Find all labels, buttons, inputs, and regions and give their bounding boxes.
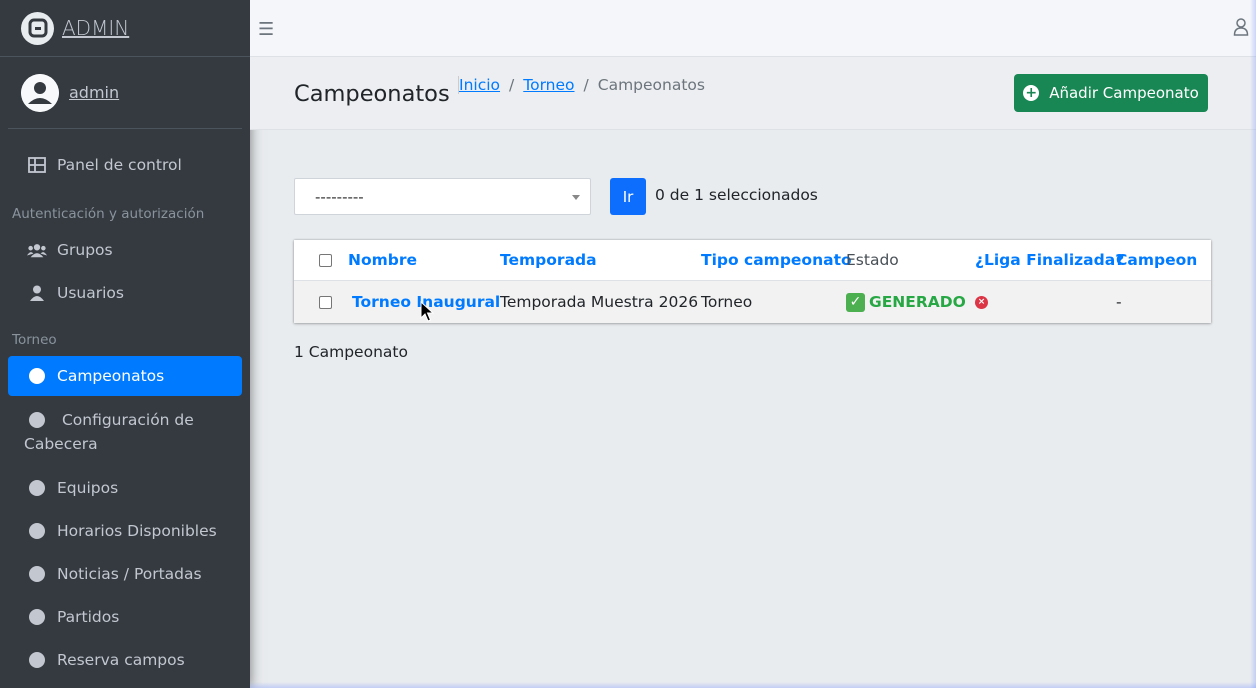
users-icon	[27, 240, 47, 260]
column-header-campeon[interactable]: Campeon	[1116, 240, 1197, 280]
no-icon: ×	[975, 295, 988, 309]
sidebar: ADMIN admin Panel de control Autenticaci…	[0, 0, 250, 688]
sidebar-nav-auth: Grupos Usuarios	[0, 230, 250, 313]
sidebar-section-auth: Autenticación y autorización	[12, 206, 205, 222]
sidebar-item-usuarios[interactable]: Usuarios	[8, 273, 242, 313]
sidebar-item-label: Equipos	[57, 479, 119, 497]
plus-circle-icon: +	[1023, 85, 1040, 101]
select-all-checkbox[interactable]	[319, 240, 332, 280]
brand-logo-icon	[21, 11, 54, 45]
selected-count: 0 de 1 seleccionados	[655, 186, 818, 204]
sidebar-nav: Panel de control	[0, 145, 250, 185]
circle-icon	[27, 410, 47, 430]
window-edge-glow-bottom	[250, 682, 1256, 688]
window-edge-glow	[1250, 0, 1256, 688]
sidebar-item-noticias[interactable]: Noticias / Portadas	[8, 554, 242, 594]
user-name-link[interactable]: admin	[69, 83, 119, 102]
row-estado: ✓ GENERADO	[846, 281, 966, 323]
row-liga-finalizada: ×	[975, 281, 988, 323]
sidebar-item-dashboard[interactable]: Panel de control	[8, 145, 242, 185]
user-icon	[27, 283, 47, 303]
sidebar-item-reserva-campos[interactable]: Reserva campos	[8, 640, 242, 680]
sidebar-item-label: Noticias / Portadas	[57, 565, 202, 583]
chevron-down-icon	[572, 195, 580, 200]
table-grid-icon	[27, 155, 47, 175]
action-select-value: ---------	[315, 187, 364, 206]
breadcrumb-inicio[interactable]: Inicio	[459, 76, 500, 94]
breadcrumb: Inicio / Torneo / Campeonatos	[458, 76, 705, 94]
brand-text[interactable]: ADMIN	[62, 16, 129, 40]
sidebar-item-grupos[interactable]: Grupos	[8, 230, 242, 270]
circle-icon	[27, 521, 47, 541]
row-checkbox[interactable]	[319, 281, 332, 323]
topbar: ☰	[250, 0, 1256, 57]
circle-icon	[27, 650, 47, 670]
sidebar-item-label: Campeonatos	[57, 367, 165, 385]
user-menu-icon[interactable]	[1233, 18, 1249, 40]
sidebar-item-configuracion-cabecera[interactable]: Configuración de Cabecera	[8, 399, 242, 465]
breadcrumb-current: Campeonatos	[597, 76, 705, 94]
sidebar-item-label: Horarios Disponibles	[57, 522, 217, 540]
page-title: Campeonatos	[294, 81, 450, 107]
circle-icon	[27, 564, 47, 584]
circle-icon	[27, 478, 47, 498]
sidebar-item-label: Grupos	[57, 241, 113, 259]
sidebar-item-label: Partidos	[57, 608, 120, 626]
add-button-label: Añadir Campeonato	[1049, 84, 1199, 102]
column-header-liga-finalizada[interactable]: ¿Liga Finalizada?	[975, 240, 1124, 280]
add-campeonato-button[interactable]: + Añadir Campeonato	[1014, 74, 1208, 112]
circle-icon	[27, 366, 47, 386]
sidebar-item-label: Reserva campos	[57, 651, 185, 669]
row-tipo: Torneo	[701, 293, 753, 311]
column-header-nombre[interactable]: Nombre	[348, 240, 417, 280]
table-header-row: Nombre Temporada Tipo campeonato Estado …	[294, 240, 1211, 281]
check-mark-icon: ✓	[846, 292, 865, 312]
user-panel[interactable]: admin	[8, 57, 242, 129]
sidebar-item-partidos[interactable]: Partidos	[8, 597, 242, 637]
sidebar-item-horarios[interactable]: Horarios Disponibles	[8, 511, 242, 551]
column-header-temporada[interactable]: Temporada	[500, 240, 597, 280]
breadcrumb-torneo[interactable]: Torneo	[523, 76, 574, 94]
menu-toggle-icon[interactable]: ☰	[258, 19, 274, 40]
row-estado-text: GENERADO	[869, 293, 966, 311]
mouse-cursor-icon	[420, 300, 435, 327]
row-campeon: -	[1116, 293, 1122, 311]
sidebar-item-label: Panel de control	[57, 156, 182, 174]
sidebar-section-torneo: Torneo	[12, 332, 57, 348]
column-header-tipo[interactable]: Tipo campeonato	[701, 240, 852, 280]
paginator: 1 Campeonato	[294, 343, 408, 361]
breadcrumb-separator: /	[509, 76, 515, 94]
sidebar-item-campeonatos[interactable]: Campeonatos	[8, 356, 242, 396]
sidebar-item-label: Configuración de Cabecera	[24, 411, 194, 453]
brand-link[interactable]: ADMIN	[0, 0, 250, 57]
user-avatar-icon	[21, 73, 59, 112]
content-header: Campeonatos Inicio / Torneo / Campeonato…	[250, 57, 1256, 130]
sidebar-item-equipos[interactable]: Equipos	[8, 468, 242, 508]
column-header-estado: Estado	[846, 251, 899, 269]
sidebar-item-label: Usuarios	[57, 284, 124, 302]
sidebar-nav-torneo: Campeonatos Configuración de Cabecera Eq…	[0, 356, 250, 680]
action-select[interactable]: ---------	[294, 178, 591, 215]
go-button[interactable]: Ir	[610, 178, 646, 215]
row-temporada: Temporada Muestra 2026	[500, 293, 699, 311]
circle-icon	[27, 607, 47, 627]
breadcrumb-separator: /	[583, 76, 589, 94]
